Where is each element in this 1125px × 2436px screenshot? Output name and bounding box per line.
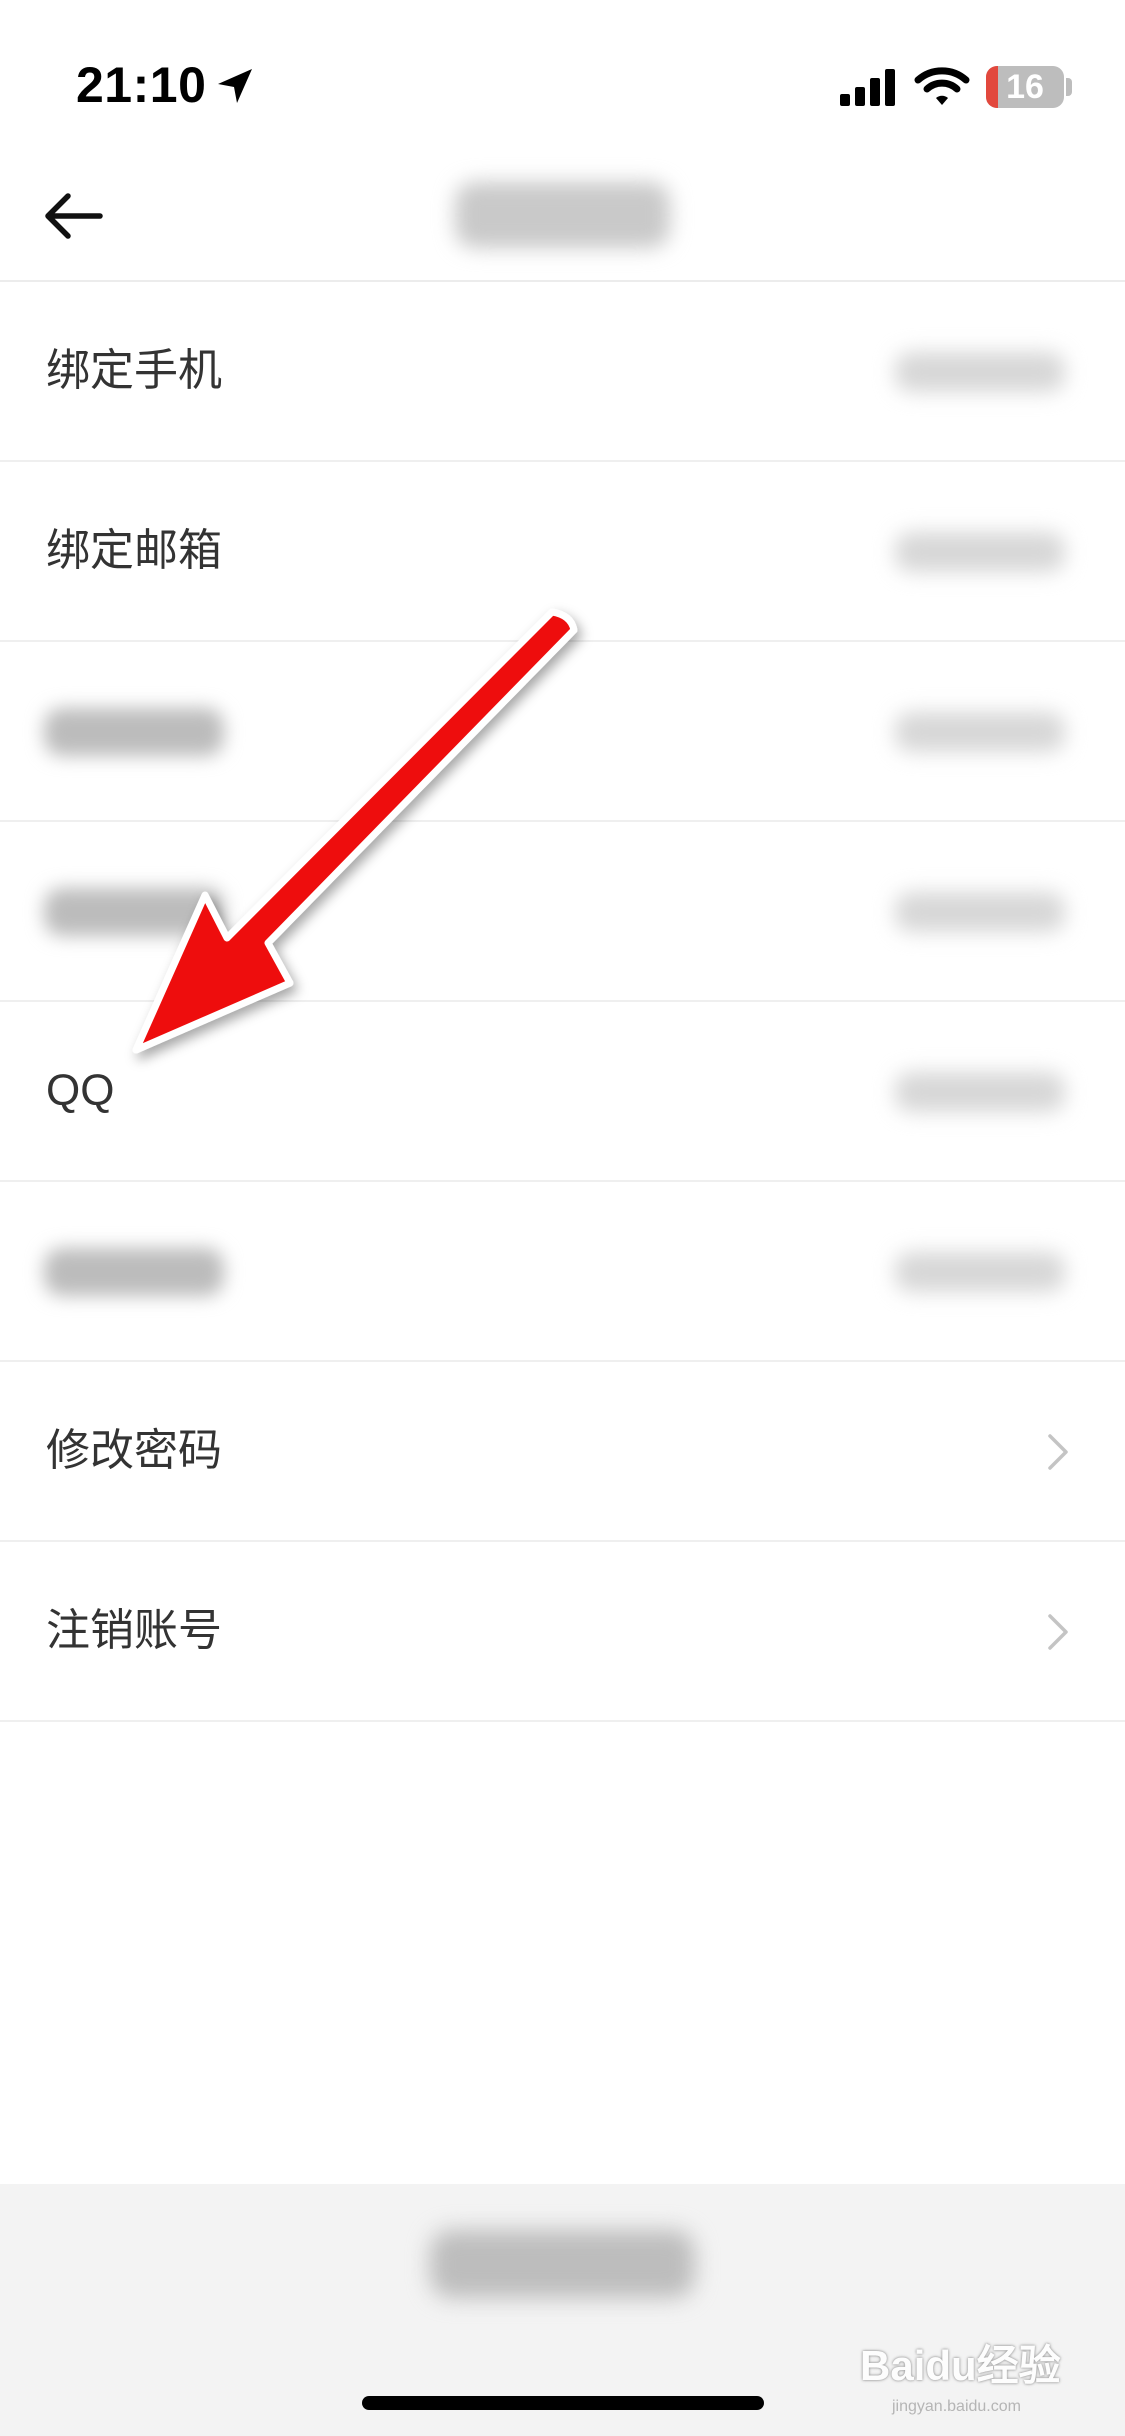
back-arrow-icon[interactable] [40, 188, 108, 244]
baidu-jingyan-watermark: Baidu经验 [860, 2342, 1061, 2389]
cellular-signal-icon [840, 69, 895, 106]
row-label: 修改密码 [46, 1426, 222, 1475]
battery-tip [1066, 78, 1072, 96]
row-label: 注销账号 [46, 1606, 222, 1655]
wifi-icon [914, 67, 970, 105]
status-bar: 21:10 16 [0, 0, 1125, 150]
row-bind-phone[interactable]: 绑定手机 [0, 282, 1125, 462]
navigation-bar [0, 150, 1125, 282]
row-value-redacted [895, 532, 1065, 572]
row-bind-email[interactable]: 绑定邮箱 [0, 462, 1125, 642]
row-label: QQ [46, 1066, 115, 1115]
chevron-right-icon [1048, 1614, 1068, 1650]
row-value-redacted [895, 1252, 1065, 1292]
row-value-redacted [895, 712, 1065, 752]
bottom-action-redacted[interactable] [430, 2230, 695, 2298]
row-value-redacted [895, 352, 1065, 392]
row-label: 绑定手机 [46, 346, 222, 395]
row-value-redacted [895, 892, 1065, 932]
chevron-right-icon [1048, 1434, 1068, 1470]
home-indicator[interactable] [362, 2396, 764, 2410]
status-time: 21:10 [76, 57, 207, 113]
row-redacted-3[interactable] [0, 1182, 1125, 1362]
row-delete-account[interactable]: 注销账号 [0, 1542, 1125, 1722]
row-redacted-1[interactable] [0, 642, 1125, 822]
row-label-redacted [44, 1248, 224, 1296]
row-label-redacted [44, 708, 224, 756]
row-label-redacted [44, 888, 224, 936]
location-arrow-icon [218, 69, 252, 103]
bottom-bar: Baidu经验 jingyan.baidu.com [0, 2184, 1125, 2436]
row-redacted-2[interactable] [0, 822, 1125, 1002]
row-change-password[interactable]: 修改密码 [0, 1362, 1125, 1542]
watermark-url: jingyan.baidu.com [892, 2398, 1021, 2415]
battery-icon: 16 [986, 66, 1064, 108]
page-title-redacted [455, 182, 670, 248]
row-qq[interactable]: QQ [0, 1002, 1125, 1182]
account-security-screen: 21:10 16 绑定手机 绑定邮箱 QQ 修改密码 注销账号 Baidu经验 … [0, 0, 1125, 2436]
row-label: 绑定邮箱 [46, 526, 222, 575]
settings-list: 绑定手机 绑定邮箱 QQ 修改密码 注销账号 [0, 282, 1125, 1722]
row-value-redacted [895, 1072, 1065, 1112]
battery-percentage: 16 [1006, 68, 1044, 106]
